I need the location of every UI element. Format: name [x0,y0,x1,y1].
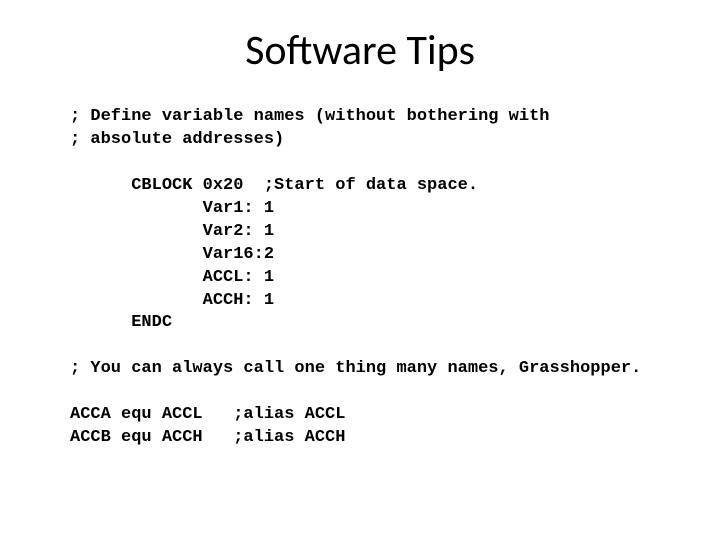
code-line: Var16:2 [70,245,274,264]
code-line: ; You can always call one thing many nam… [70,359,641,378]
code-line: ENDC [70,313,172,332]
code-line: ACCB equ ACCH ;alias ACCH [70,428,345,447]
code-line: ACCA equ ACCL ;alias ACCL [70,405,345,424]
code-line: ; Define variable names (without botheri… [70,107,549,126]
code-line: ACCL: 1 [70,268,274,287]
slide: Software Tips ; Define variable names (w… [0,0,720,540]
code-block: ; Define variable names (without botheri… [70,106,650,450]
slide-title: Software Tips [70,25,650,76]
code-line: CBLOCK 0x20 ;Start of data space. [70,176,478,195]
code-line: Var1: 1 [70,199,274,218]
code-line: ACCH: 1 [70,291,274,310]
code-line: ; absolute addresses) [70,130,284,149]
code-line: Var2: 1 [70,222,274,241]
